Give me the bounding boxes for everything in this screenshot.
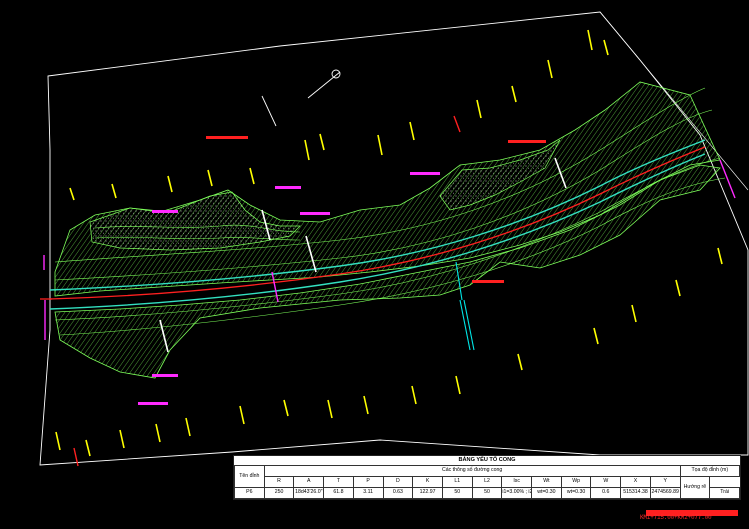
slope-hatch-north — [54, 81, 721, 297]
row-cell: 250 — [263, 487, 295, 499]
row-cell: 3.11 — [352, 487, 384, 499]
row-cell: 515314.38 — [620, 487, 651, 499]
header-cell: P — [352, 476, 384, 488]
row-cell: 122.97 — [412, 487, 443, 499]
row-name: P6 — [234, 487, 265, 499]
row-cell: i1=3.00% ; i2=-3.00% — [501, 487, 533, 499]
row-cell: 0.63 — [382, 487, 414, 499]
header-cell: D — [382, 476, 414, 488]
row-cell: 2474569.89 — [649, 487, 681, 499]
header-cell: Y — [649, 476, 681, 488]
row-cell: 61.8 — [323, 487, 354, 499]
header-cell: X — [620, 476, 651, 488]
curve-elements-table: BẢNG YẾU TỐ CONG Tên đỉnh Các thông số đ… — [233, 455, 741, 500]
header-direction: Hướng rẽ — [679, 476, 711, 499]
header-cell: Isc — [501, 476, 533, 488]
header-params-group: Các thông số đường cong — [263, 465, 681, 477]
row-cell: wt=0.30 — [560, 487, 592, 499]
header-cell: Wp — [560, 476, 592, 488]
header-cell: A — [293, 476, 325, 488]
header-coords-group: Tọa độ đỉnh (m) — [679, 465, 741, 477]
header-name: Tên đỉnh — [234, 465, 265, 488]
cad-drawing — [39, 11, 749, 516]
station-range-code: KM1+715.00+KM2+077.00 — [640, 514, 712, 521]
row-cell: 18d43'26.0" — [293, 487, 325, 499]
header-cell: R — [263, 476, 295, 488]
row-cell: wt=0.30 — [531, 487, 562, 499]
row-cell: 0.6 — [590, 487, 622, 499]
header-cell: L2 — [471, 476, 503, 488]
header-cell: L1 — [441, 476, 473, 488]
row-direction: Trái — [709, 487, 740, 499]
header-cell: Wt — [531, 476, 562, 488]
north-symbol — [261, 69, 341, 127]
table-title: BẢNG YẾU TỐ CONG — [458, 456, 516, 463]
row-cell: 50 — [471, 487, 503, 499]
header-cell: K — [412, 476, 443, 488]
row-cell: 50 — [441, 487, 473, 499]
header-cell: T — [323, 476, 354, 488]
header-cell: W — [590, 476, 622, 488]
